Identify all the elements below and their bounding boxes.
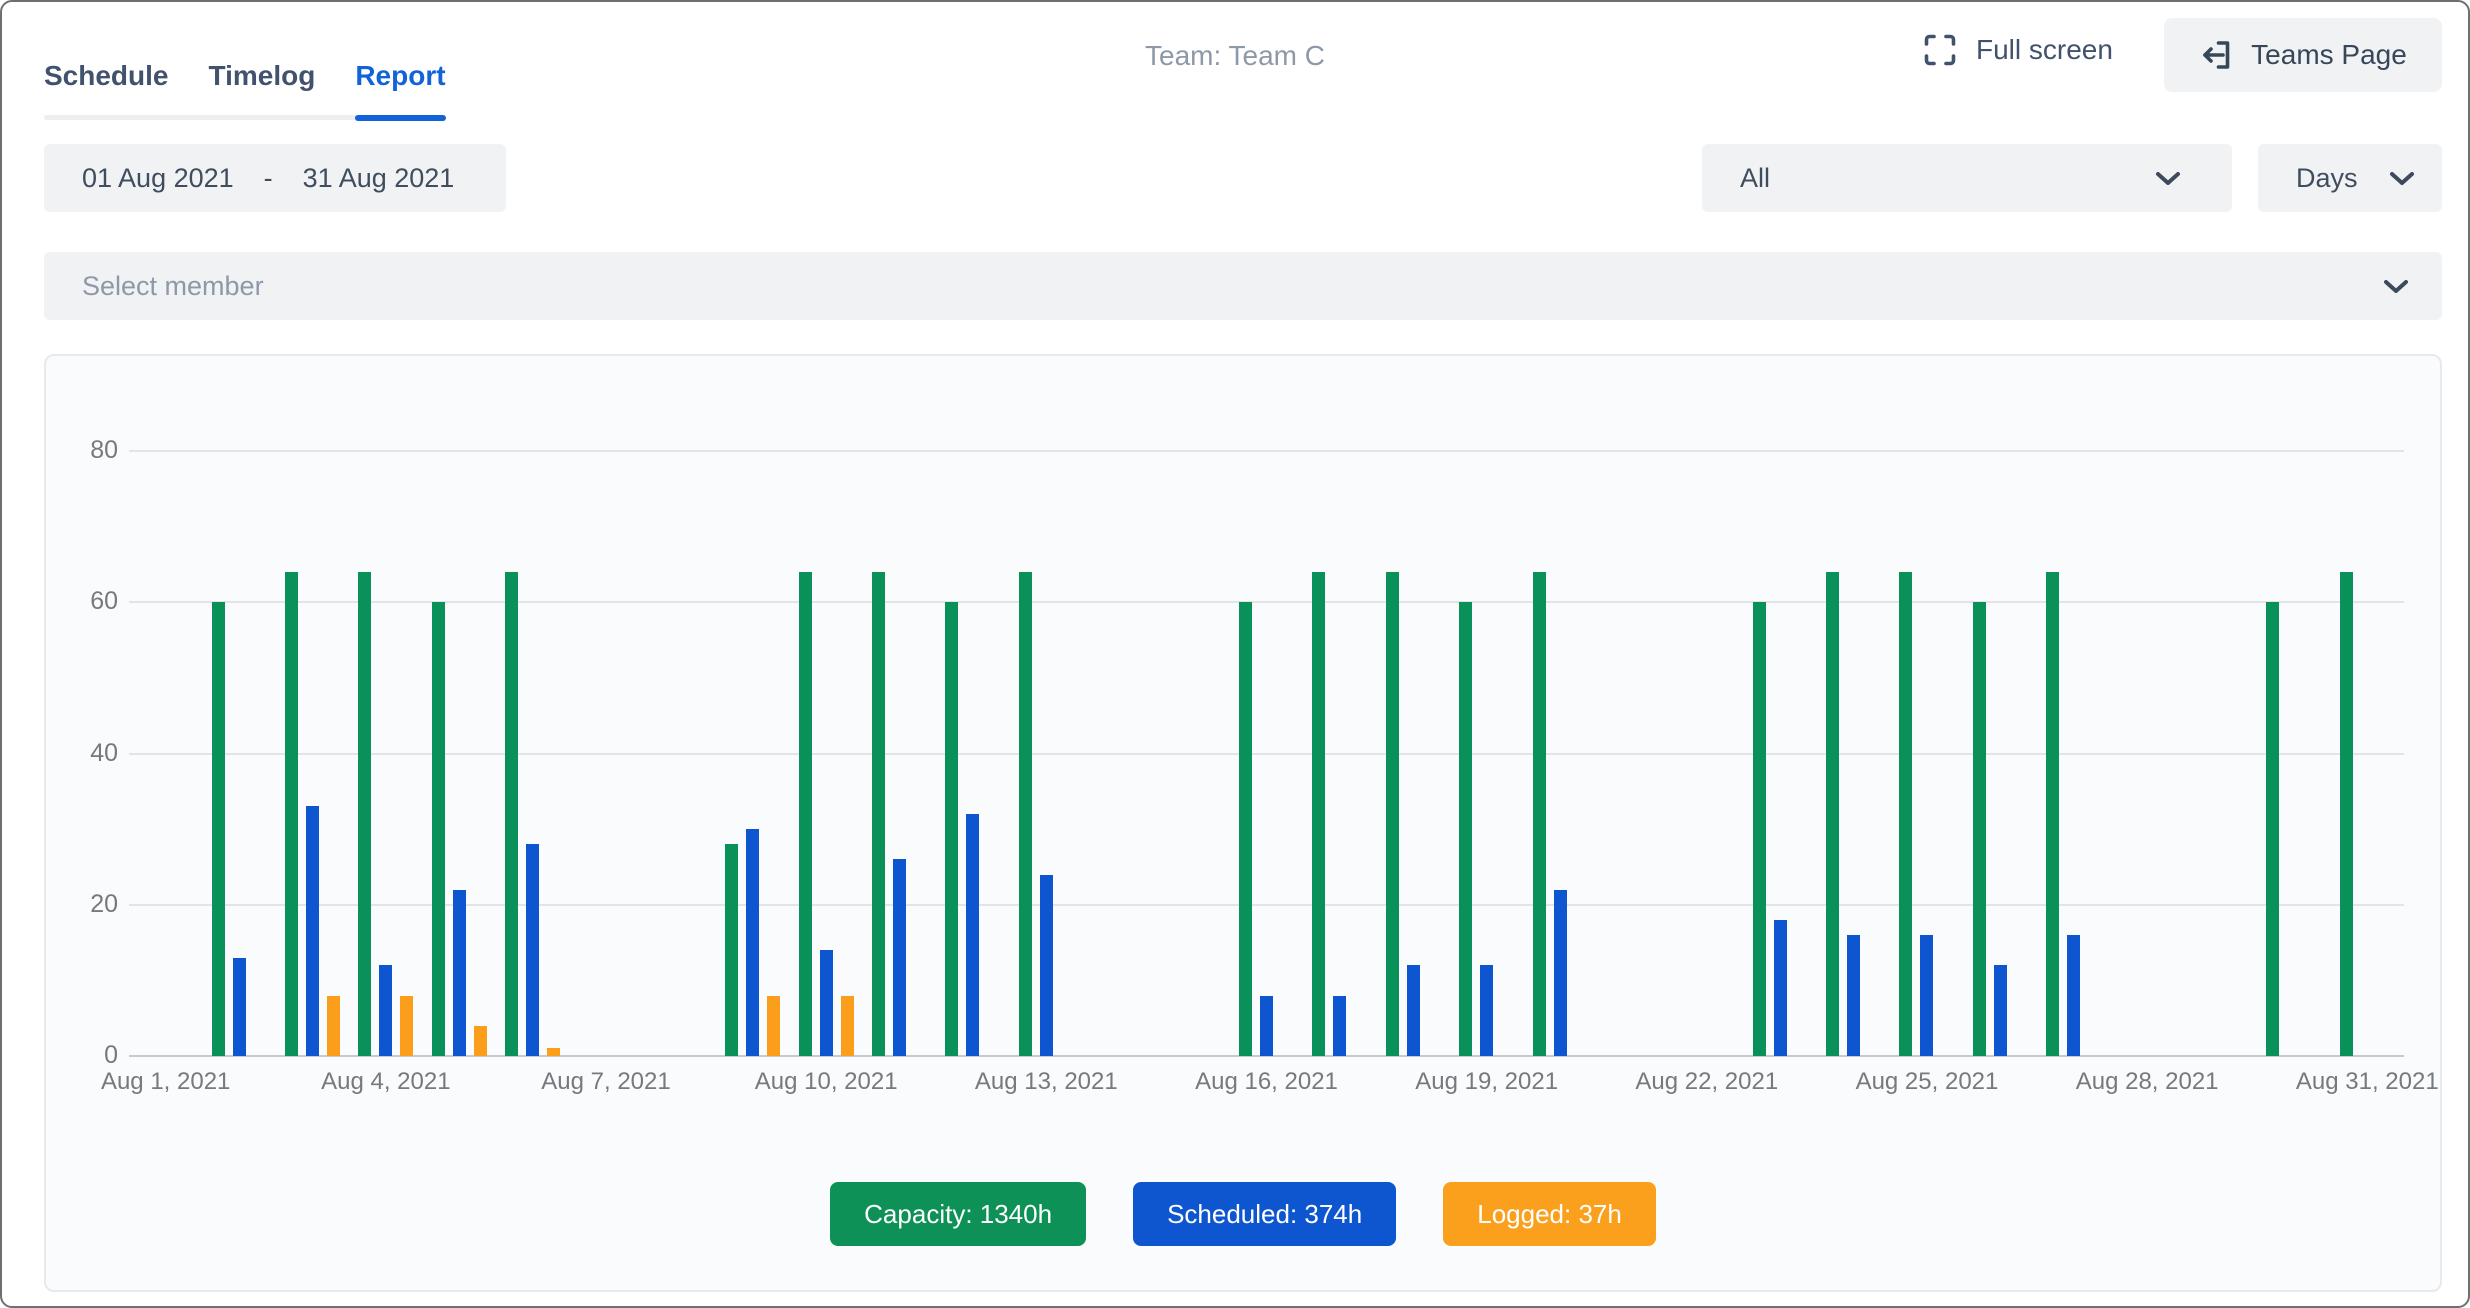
bar-capacity-aug-2[interactable] xyxy=(212,602,225,1056)
bar-scheduled-aug-2[interactable] xyxy=(233,958,246,1056)
bar-capacity-aug-24[interactable] xyxy=(1826,572,1839,1056)
legend-capacity-button[interactable]: Capacity: 1340h xyxy=(830,1182,1086,1246)
project-filter-value: All xyxy=(1740,163,1770,194)
bar-scheduled-aug-26[interactable] xyxy=(1994,965,2007,1056)
chevron-down-icon xyxy=(2388,171,2416,187)
bar-logged-aug-9[interactable] xyxy=(767,996,780,1057)
x-axis-label: Aug 7, 2021 xyxy=(506,1068,706,1096)
bar-capacity-aug-18[interactable] xyxy=(1386,572,1399,1056)
project-filter-dropdown[interactable]: All xyxy=(1702,144,2232,212)
y-axis-label: 0 xyxy=(46,1041,118,1070)
bar-logged-aug-10[interactable] xyxy=(841,996,854,1057)
bar-scheduled-aug-16[interactable] xyxy=(1260,996,1273,1057)
bar-scheduled-aug-6[interactable] xyxy=(526,844,539,1056)
y-axis-label: 60 xyxy=(46,587,118,616)
bar-logged-aug-5[interactable] xyxy=(474,1026,487,1056)
bar-capacity-aug-10[interactable] xyxy=(799,572,812,1056)
gridline xyxy=(129,753,2404,755)
bar-capacity-aug-16[interactable] xyxy=(1239,602,1252,1056)
y-axis-label: 80 xyxy=(46,436,118,465)
unit-dropdown[interactable]: Days xyxy=(2258,144,2442,212)
fullscreen-icon xyxy=(1922,32,1958,68)
bar-logged-aug-4[interactable] xyxy=(400,996,413,1057)
bar-scheduled-aug-17[interactable] xyxy=(1333,996,1346,1057)
bar-capacity-aug-27[interactable] xyxy=(2046,572,2059,1056)
bar-capacity-aug-13[interactable] xyxy=(1019,572,1032,1056)
x-axis-label: Aug 1, 2021 xyxy=(66,1068,266,1096)
x-axis-label: Aug 16, 2021 xyxy=(1167,1068,1367,1096)
window: Schedule Timelog Report Team: Team C Ful… xyxy=(0,0,2470,1308)
gridline xyxy=(129,904,2404,906)
bar-capacity-aug-25[interactable] xyxy=(1899,572,1912,1056)
teams-page-label: Teams Page xyxy=(2251,39,2407,71)
bar-capacity-aug-12[interactable] xyxy=(945,602,958,1056)
bar-logged-aug-6[interactable] xyxy=(547,1048,560,1056)
x-axis-label: Aug 28, 2021 xyxy=(2047,1068,2247,1096)
bar-capacity-aug-19[interactable] xyxy=(1459,602,1472,1056)
bar-scheduled-aug-24[interactable] xyxy=(1847,935,1860,1056)
y-axis-label: 40 xyxy=(46,739,118,768)
bar-capacity-aug-20[interactable] xyxy=(1533,572,1546,1056)
gridline xyxy=(129,601,2404,603)
bar-capacity-aug-30[interactable] xyxy=(2266,602,2279,1056)
bar-capacity-aug-3[interactable] xyxy=(285,572,298,1056)
bar-scheduled-aug-10[interactable] xyxy=(820,950,833,1056)
chart-plot: 0 20 40 60 80 Aug 1, 2021 Aug 4, 2021 Aug 7, 20… xyxy=(46,356,2440,1290)
x-axis-label: Aug 25, 2021 xyxy=(1827,1068,2027,1096)
chart-panel: 0 20 40 60 80 Aug 1, 2021 Aug 4, 2021 Aug 7, 20… xyxy=(44,354,2442,1292)
x-axis-label: Aug 4, 2021 xyxy=(286,1068,486,1096)
bar-logged-aug-3[interactable] xyxy=(327,996,340,1057)
date-range-separator: - xyxy=(264,163,273,194)
bar-scheduled-aug-27[interactable] xyxy=(2067,935,2080,1056)
teams-page-button[interactable]: Teams Page xyxy=(2164,18,2442,92)
date-range-picker[interactable]: 01 Aug 2021 - 31 Aug 2021 xyxy=(44,144,506,212)
bar-scheduled-aug-5[interactable] xyxy=(453,890,466,1056)
date-to: 31 Aug 2021 xyxy=(303,163,455,194)
bar-capacity-aug-17[interactable] xyxy=(1312,572,1325,1056)
y-axis-label: 20 xyxy=(46,890,118,919)
date-from: 01 Aug 2021 xyxy=(82,163,234,194)
chevron-down-icon xyxy=(2382,279,2410,295)
bar-scheduled-aug-25[interactable] xyxy=(1920,935,1933,1056)
unit-value: Days xyxy=(2296,163,2358,194)
bar-capacity-aug-23[interactable] xyxy=(1753,602,1766,1056)
legend-logged-button[interactable]: Logged: 37h xyxy=(1443,1182,1656,1246)
bar-scheduled-aug-12[interactable] xyxy=(966,814,979,1056)
bar-capacity-aug-5[interactable] xyxy=(432,602,445,1056)
gridline xyxy=(129,450,2404,452)
bar-scheduled-aug-23[interactable] xyxy=(1774,920,1787,1056)
x-axis-label: Aug 19, 2021 xyxy=(1387,1068,1587,1096)
legend-scheduled-button[interactable]: Scheduled: 374h xyxy=(1133,1182,1396,1246)
bar-capacity-aug-31[interactable] xyxy=(2340,572,2353,1056)
bar-scheduled-aug-20[interactable] xyxy=(1554,890,1567,1056)
bar-scheduled-aug-18[interactable] xyxy=(1407,965,1420,1056)
chart-legend: Capacity: 1340h Scheduled: 374h Logged: 37… xyxy=(46,1182,2440,1246)
bar-scheduled-aug-13[interactable] xyxy=(1040,875,1053,1057)
bar-capacity-aug-9[interactable] xyxy=(725,844,738,1056)
bar-capacity-aug-26[interactable] xyxy=(1973,602,1986,1056)
x-axis-label: Aug 13, 2021 xyxy=(946,1068,1146,1096)
bar-scheduled-aug-19[interactable] xyxy=(1480,965,1493,1056)
bar-capacity-aug-4[interactable] xyxy=(358,572,371,1056)
fullscreen-button[interactable]: Full screen xyxy=(1922,32,2113,68)
x-axis-label: Aug 31, 2021 xyxy=(2267,1068,2467,1096)
exit-icon xyxy=(2199,37,2235,73)
member-select[interactable]: Select member xyxy=(44,252,2442,320)
bar-scheduled-aug-11[interactable] xyxy=(893,859,906,1056)
bar-capacity-aug-11[interactable] xyxy=(872,572,885,1056)
fullscreen-label: Full screen xyxy=(1976,34,2113,66)
x-axis-label: Aug 22, 2021 xyxy=(1607,1068,1807,1096)
bar-scheduled-aug-4[interactable] xyxy=(379,965,392,1056)
bar-capacity-aug-6[interactable] xyxy=(505,572,518,1056)
x-axis-label: Aug 10, 2021 xyxy=(726,1068,926,1096)
bar-scheduled-aug-3[interactable] xyxy=(306,806,319,1056)
member-select-placeholder: Select member xyxy=(82,271,264,302)
bar-scheduled-aug-9[interactable] xyxy=(746,829,759,1056)
chevron-down-icon xyxy=(2154,171,2182,187)
